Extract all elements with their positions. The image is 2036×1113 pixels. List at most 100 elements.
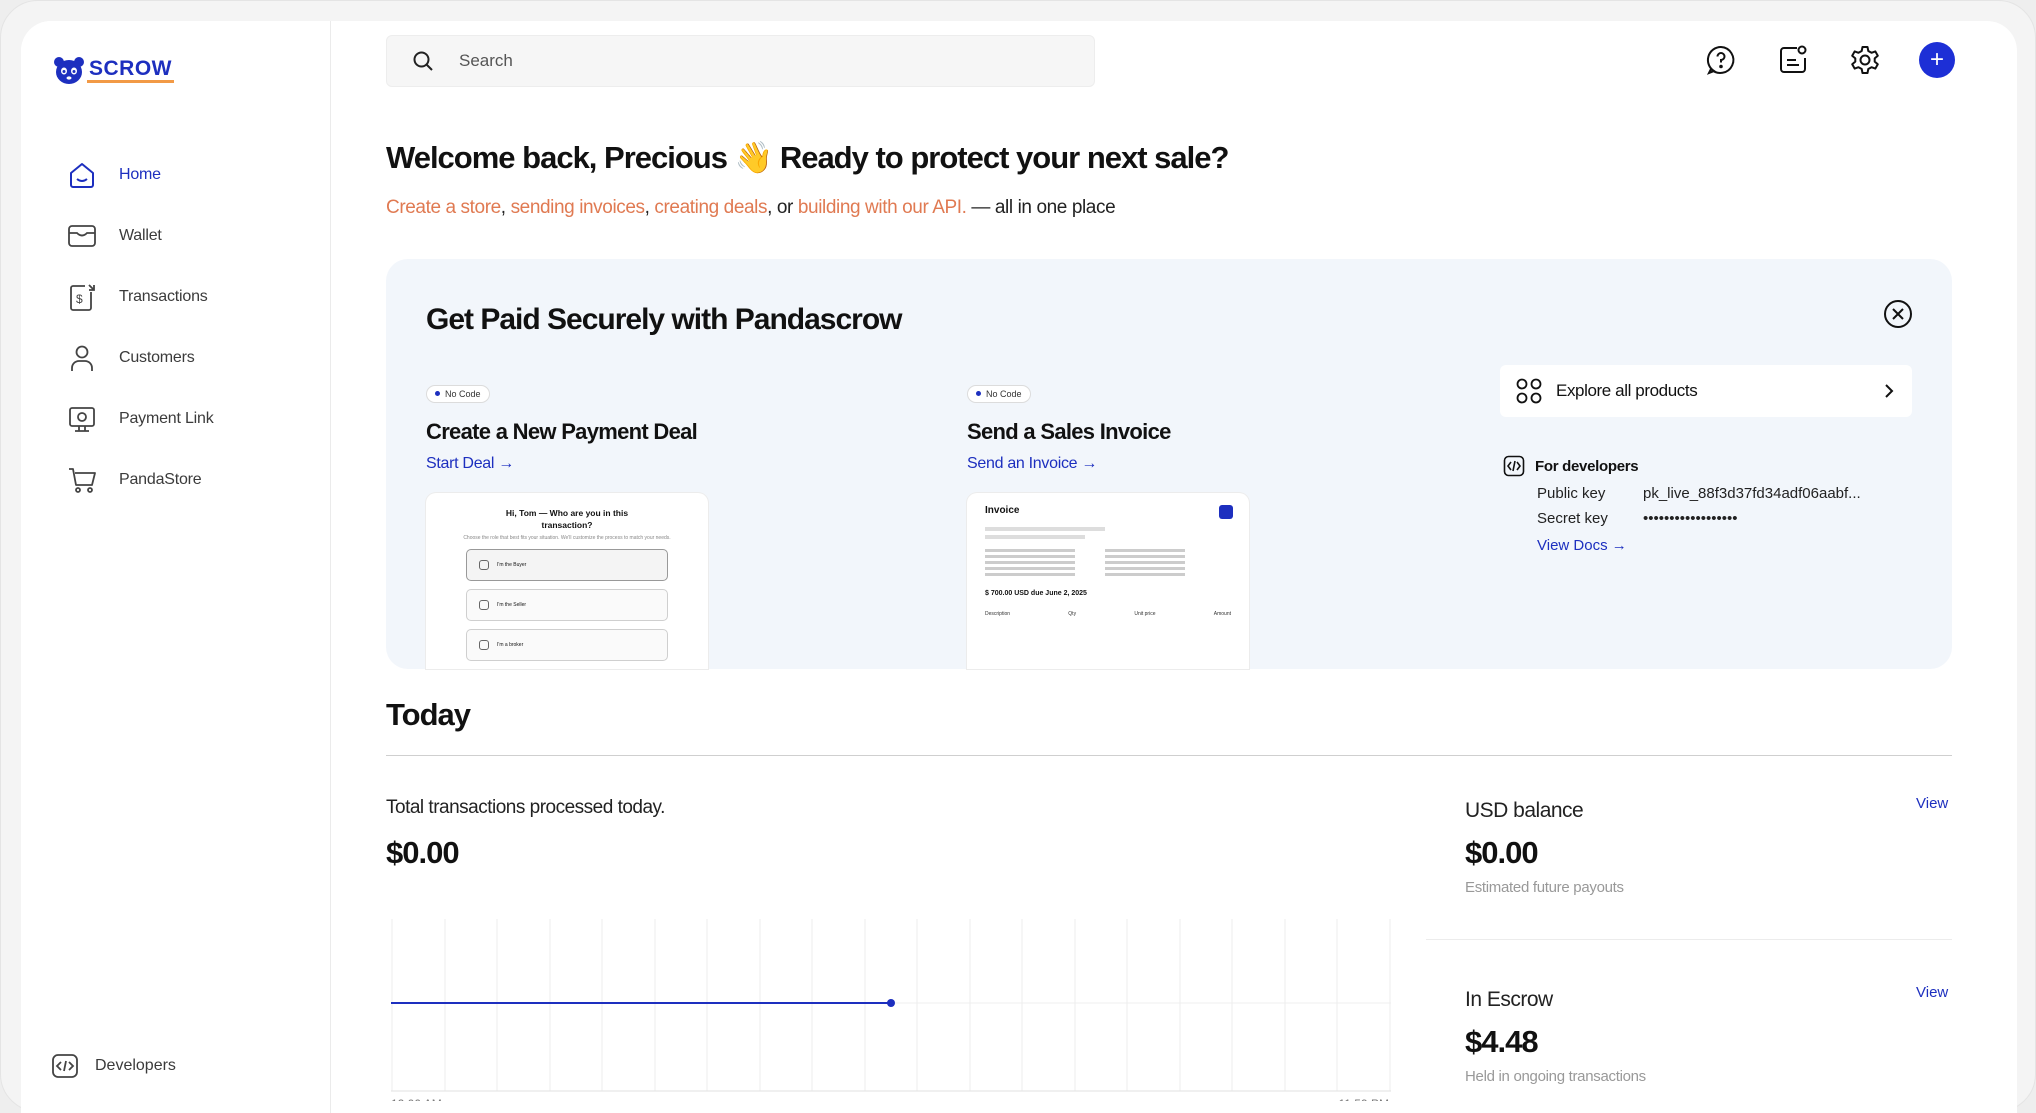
sidebar-item-label: Wallet: [119, 227, 162, 244]
notifications-icon[interactable]: [1775, 42, 1811, 78]
sidebar-item-label: PandaStore: [119, 471, 202, 488]
developers-label: Developers: [95, 1057, 176, 1074]
usd-balance-value: $0.00: [1465, 835, 1539, 870]
secret-key-label: Secret key: [1537, 510, 1608, 527]
public-key-label: Public key: [1537, 485, 1606, 502]
total-transactions-label: Total transactions processed today.: [386, 797, 665, 818]
explore-label: Explore all products: [1556, 381, 1698, 400]
svg-text:$: $: [76, 292, 83, 306]
creating-deals-link[interactable]: creating deals: [654, 197, 767, 218]
cart-icon: [65, 464, 99, 496]
sidebar-item-wallet[interactable]: Wallet: [65, 220, 214, 252]
close-icon[interactable]: [1883, 299, 1913, 329]
usd-balance-view-link[interactable]: View: [1916, 795, 1948, 812]
create-store-link[interactable]: Create a store: [386, 197, 501, 218]
code-icon: [1503, 455, 1525, 477]
sidebar-nav: Home Wallet $ Transactions Customers Pay…: [65, 159, 214, 525]
developers-panel: For developers Public key pk_live_88f3d3…: [1503, 455, 1893, 555]
role-option: I'm a broker: [466, 629, 668, 661]
today-divider: [386, 755, 1952, 756]
usd-balance-sub: Estimated future payouts: [1465, 879, 1624, 896]
usd-balance-card: USD balance $0.00 Estimated future payou…: [1465, 799, 1624, 896]
usd-balance-title: USD balance: [1465, 799, 1584, 822]
explore-products-button[interactable]: Explore all products: [1500, 365, 1912, 417]
view-docs-link[interactable]: View Docs →: [1537, 537, 1627, 554]
preview-sub: Choose the role that best fits your situ…: [463, 535, 671, 541]
home-icon: [65, 159, 99, 191]
search-input[interactable]: [459, 51, 1019, 71]
sidebar-item-pandastore[interactable]: PandaStore: [65, 464, 214, 496]
panda-logo-icon: [54, 57, 84, 84]
grid-icon: [1516, 378, 1542, 404]
secret-key-value[interactable]: ••••••••••••••••••: [1643, 510, 1893, 527]
invoice-preview-title: Invoice: [985, 505, 1020, 516]
chart-point[interactable]: [887, 999, 895, 1007]
api-link[interactable]: building with our API.: [798, 197, 967, 218]
promo-title: Get Paid Securely with Pandascrow: [426, 303, 903, 336]
welcome-subline: Create a store, sending invoices, creati…: [386, 197, 1116, 218]
tagline-tail: — all in one place: [971, 197, 1116, 218]
page-title: Welcome back, Precious 👋 Ready to protec…: [386, 139, 1230, 176]
escrow-value: $4.48: [1465, 1024, 1539, 1059]
panda-badge-icon: [1219, 505, 1233, 519]
public-key-value[interactable]: pk_live_88f3d37fd34adf06aabf...: [1643, 485, 1893, 502]
total-transactions-value: $0.00: [386, 835, 460, 870]
logo[interactable]: SCROW: [53, 55, 174, 85]
escrow-sub: Held in ongoing transactions: [1465, 1068, 1646, 1085]
search-bar[interactable]: [386, 35, 1095, 87]
app-window: SCROW Home Wallet $ Transactions Custome…: [21, 21, 2017, 1113]
escrow-title: In Escrow: [1465, 988, 1553, 1011]
deal-column: No Code Create a New Payment Deal Start …: [426, 383, 698, 473]
greeting-text: Welcome back, Precious: [386, 140, 735, 175]
wallet-icon: [65, 220, 99, 252]
sidebar-item-home[interactable]: Home: [65, 159, 214, 191]
sidebar-item-label: Home: [119, 166, 161, 183]
logo-text: SCROW: [87, 57, 174, 83]
sidebar-item-customers[interactable]: Customers: [65, 342, 214, 374]
plus-icon: +: [1919, 42, 1955, 78]
deal-preview: Hi, Tom — Who are you in this transactio…: [426, 493, 708, 669]
user-icon: [65, 342, 99, 374]
chevron-right-icon: [1885, 384, 1894, 398]
sending-invoices-link[interactable]: sending invoices: [511, 197, 645, 218]
preview-heading: Hi, Tom — Who are you in this transactio…: [505, 508, 629, 530]
start-deal-link[interactable]: Start Deal →: [426, 455, 514, 473]
sidebar-item-label: Customers: [119, 349, 195, 366]
sidebar: SCROW Home Wallet $ Transactions Custome…: [21, 21, 331, 1113]
invoice-preview-total: $ 700.00 USD due June 2, 2025: [985, 590, 1087, 597]
invoice-preview-columns: Description Qty Unit price Amount: [985, 611, 1231, 617]
no-code-badge: No Code: [967, 384, 1031, 403]
developers-heading: For developers: [1535, 457, 1639, 475]
send-invoice-link[interactable]: Send an Invoice →: [967, 455, 1097, 473]
invoice-title: Send a Sales Invoice: [967, 418, 1171, 444]
sidebar-item-label: Payment Link: [119, 410, 214, 427]
invoice-column: No Code Send a Sales Invoice Send an Inv…: [967, 383, 1171, 473]
deal-title: Create a New Payment Deal: [426, 418, 698, 444]
code-icon: [52, 1054, 78, 1078]
payment-link-icon: [65, 403, 99, 435]
transactions-icon: $: [65, 281, 99, 313]
search-icon: [387, 50, 459, 72]
settings-gear-icon[interactable]: [1847, 42, 1883, 78]
escrow-balance-card: In Escrow $4.48 Held in ongoing transact…: [1465, 988, 1646, 1085]
invoice-preview-lines: [967, 519, 1249, 584]
or-text: or: [776, 197, 794, 218]
escrow-view-link[interactable]: View: [1916, 984, 1948, 1001]
role-option: I'm the Buyer: [466, 549, 668, 581]
wave-emoji: 👋: [734, 140, 774, 175]
promo-card: Get Paid Securely with Pandascrow No Cod…: [386, 259, 1952, 669]
greeting-question: Ready to protect your next sale?: [772, 140, 1230, 175]
sidebar-item-developers[interactable]: Developers: [51, 1053, 176, 1079]
invoice-preview: Invoice $ 700.00 USD due June 2, 2025 De…: [967, 493, 1249, 669]
help-icon[interactable]: [1703, 42, 1739, 78]
sidebar-item-payment-link[interactable]: Payment Link: [65, 403, 214, 435]
add-button[interactable]: +: [1919, 42, 1955, 78]
sidebar-item-transactions[interactable]: $ Transactions: [65, 281, 214, 313]
balance-divider: [1426, 939, 1952, 940]
today-heading: Today: [386, 697, 471, 732]
no-code-badge: No Code: [426, 384, 490, 403]
role-option: I'm the Seller: [466, 589, 668, 621]
app-frame: SCROW Home Wallet $ Transactions Custome…: [0, 0, 2036, 1113]
sidebar-item-label: Transactions: [119, 288, 208, 305]
chart-x-tick-label: 12:00 AM: [391, 1097, 442, 1101]
